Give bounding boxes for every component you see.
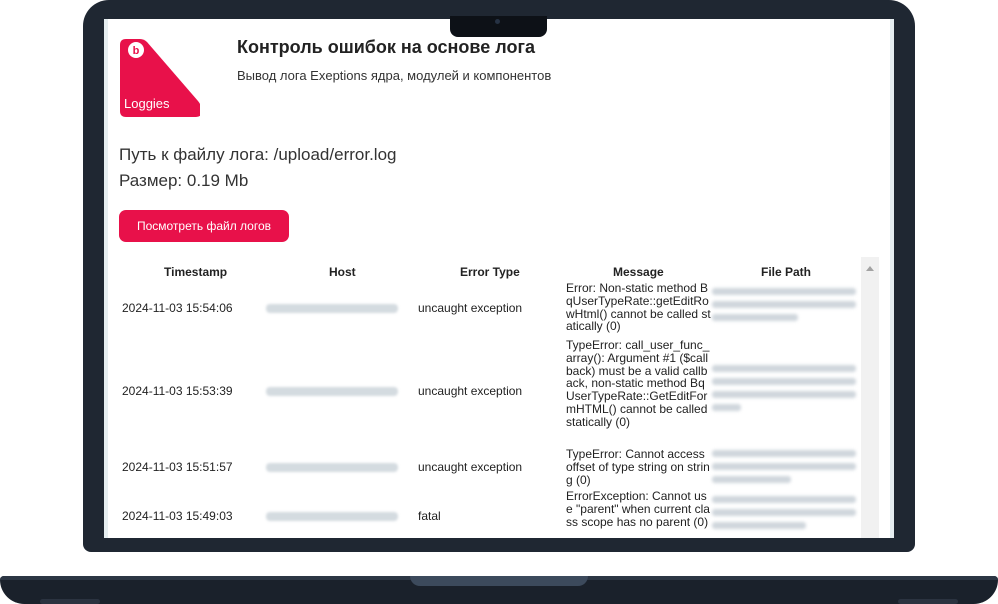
- page-title: Контроль ошибок на основе лога: [237, 37, 535, 57]
- row-message: ErrorException: Cannot use "parent" when…: [566, 489, 710, 529]
- laptop-foot-right: [898, 599, 958, 604]
- row-file-path-redacted: [712, 288, 856, 327]
- row-file-path-redacted: [712, 450, 856, 489]
- row-host-redacted: [266, 304, 398, 313]
- row-message: TypeError: call_user_func_array(): Argum…: [566, 338, 710, 429]
- laptop-hinge: [410, 576, 588, 586]
- page-subtitle: Вывод лога Exeptions ядра, модулей и ком…: [237, 68, 552, 83]
- log-size: Размер: 0.19 Mb: [119, 171, 249, 190]
- row-host-redacted: [266, 512, 398, 521]
- col-timestamp-header: Timestamp: [164, 265, 228, 279]
- row-timestamp: 2024-11-03 15:53:39: [122, 384, 233, 398]
- laptop-base: [0, 576, 998, 604]
- scroll-up-arrow-icon[interactable]: [866, 266, 874, 271]
- col-host-header: Host: [329, 265, 356, 279]
- row-message: Error: Non-static method BqUserTypeRate:…: [566, 281, 711, 334]
- col-error-type-header: Error Type: [460, 265, 520, 279]
- row-file-path-redacted: [712, 496, 856, 535]
- logo-badge: b: [133, 45, 140, 57]
- view-log-button[interactable]: Посмотреть файл логов: [119, 210, 289, 242]
- camera-icon: [495, 19, 500, 24]
- log-path: Путь к файлу лога: /upload/error.log: [119, 145, 397, 164]
- row-error-type: uncaught exception: [418, 460, 523, 474]
- row-host-redacted: [266, 387, 398, 396]
- camera-notch: [450, 16, 547, 37]
- row-file-path-redacted: [712, 365, 856, 417]
- logo-text: Loggies: [124, 96, 170, 111]
- error-table: Timestamp Host Error Type Message File P…: [104, 257, 894, 538]
- row-error-type: fatal: [418, 509, 441, 523]
- laptop-foot-left: [40, 599, 100, 604]
- row-timestamp: 2024-11-03 15:54:06: [122, 301, 233, 315]
- row-timestamp: 2024-11-03 15:51:57: [122, 460, 233, 474]
- row-host-redacted: [266, 463, 398, 472]
- col-message-header: Message: [613, 265, 664, 279]
- col-file-path-header: File Path: [761, 265, 812, 279]
- loggies-logo: b Loggies: [120, 39, 200, 117]
- row-timestamp: 2024-11-03 15:49:03: [122, 509, 233, 523]
- screen: b Loggies Контроль ошибок на основе лога…: [104, 19, 894, 538]
- row-error-type: uncaught exception: [418, 384, 523, 398]
- row-error-type: uncaught exception: [418, 301, 523, 315]
- row-message: TypeError: Cannot access offset of type …: [566, 447, 710, 487]
- table-scrollbar[interactable]: [861, 257, 879, 538]
